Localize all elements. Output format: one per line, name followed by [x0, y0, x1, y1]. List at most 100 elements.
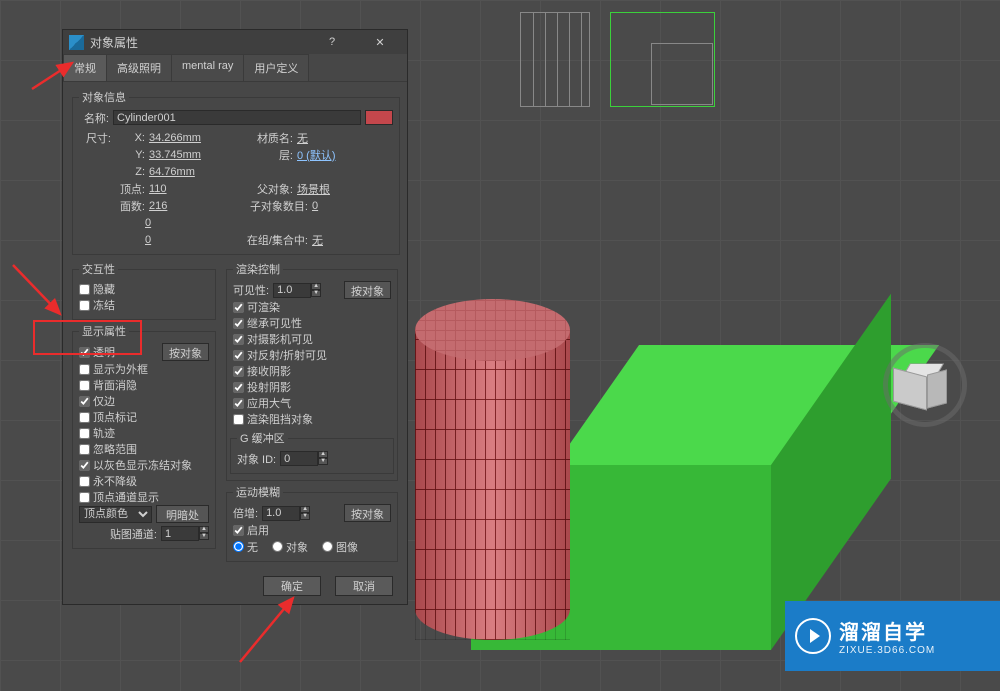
- map-chan-spinner[interactable]: ▲▼: [161, 526, 209, 541]
- close-button[interactable]: ✕: [359, 30, 401, 54]
- parent-value: 场景根: [297, 181, 330, 197]
- chk-gray-frozen[interactable]: 以灰色显示冻结对象: [79, 457, 209, 473]
- dim-z-value: 64.76mm: [149, 166, 195, 178]
- display-by-object-button[interactable]: 按对象: [162, 343, 209, 361]
- x-label: X:: [115, 132, 145, 144]
- y-label: Y:: [115, 149, 145, 161]
- chk-edges-only[interactable]: 仅边: [79, 393, 209, 409]
- faces-value: 216: [149, 200, 167, 212]
- radio-image[interactable]: 图像: [322, 539, 358, 555]
- panel-general: 对象信息 名称: 尺寸: X: 34.266mm Y: 33.745mm Z: …: [63, 82, 407, 569]
- wireframe-outlines: [520, 12, 715, 107]
- object-color-swatch[interactable]: [365, 110, 393, 125]
- render-by-object-button[interactable]: 按对象: [344, 281, 391, 299]
- visibility-spinner[interactable]: ▲▼: [273, 283, 321, 298]
- group-object-info: 对象信息 名称: 尺寸: X: 34.266mm Y: 33.745mm Z: …: [72, 89, 400, 255]
- chk-vis-cam[interactable]: 对摄影机可见: [233, 331, 391, 347]
- viewcube[interactable]: [895, 355, 955, 415]
- radio-object[interactable]: 对象: [272, 539, 308, 555]
- mat-value: 无: [297, 130, 308, 146]
- chk-occlusion[interactable]: 渲染阻挡对象: [233, 411, 391, 427]
- tab-general[interactable]: 常规: [63, 54, 107, 81]
- tab-adv-lighting[interactable]: 高级照明: [106, 54, 172, 81]
- dialog-title: 对象属性: [90, 34, 305, 51]
- dim-y-value: 33.745mm: [149, 149, 201, 161]
- watermark: 溜溜自学 ZIXUE.3D66.COM: [785, 601, 1000, 671]
- legend-interactivity: 交互性: [79, 261, 118, 277]
- group-motion-blur: 运动模糊 倍增: ▲▼ 按对象 启用 无 对象 图像: [226, 484, 398, 562]
- app-icon: [69, 35, 84, 50]
- chk-never-degrade[interactable]: 永不降级: [79, 473, 209, 489]
- help-button[interactable]: ?: [311, 30, 353, 54]
- children-value: 0: [312, 200, 318, 212]
- mult-spinner[interactable]: ▲▼: [262, 506, 310, 521]
- group-gbuffer: G 缓冲区 对象 ID: ▲▼: [230, 430, 394, 474]
- children-label: 子对象数目:: [238, 198, 308, 214]
- motion-by-object-button[interactable]: 按对象: [344, 504, 391, 522]
- verts-value: 110: [149, 183, 167, 195]
- chk-ignore-extents[interactable]: 忽略范围: [79, 441, 209, 457]
- green-box-object[interactable]: [555, 345, 925, 580]
- faces-label: 面数:: [113, 198, 145, 214]
- parent-label: 父对象:: [238, 181, 293, 197]
- z-label: Z:: [115, 166, 145, 178]
- ok-button[interactable]: 确定: [263, 576, 321, 596]
- val-zero2: 0: [145, 234, 151, 246]
- spin-down-icon[interactable]: ▼: [199, 533, 209, 540]
- tab-mental-ray[interactable]: mental ray: [171, 54, 244, 81]
- cancel-button[interactable]: 取消: [335, 576, 393, 596]
- verts-label: 顶点:: [113, 181, 145, 197]
- play-icon: [795, 618, 831, 654]
- objid-spinner[interactable]: ▲▼: [280, 451, 328, 466]
- wire-box-outline: [610, 12, 715, 107]
- chk-backface[interactable]: 背面消隐: [79, 377, 209, 393]
- map-chan-label: 贴图通道:: [110, 526, 157, 542]
- chk-atmos[interactable]: 应用大气: [233, 395, 391, 411]
- layer-label: 层:: [238, 147, 293, 163]
- legend-display: 显示属性: [79, 323, 129, 339]
- radio-none[interactable]: 无: [233, 539, 258, 555]
- tab-user-defined[interactable]: 用户定义: [243, 54, 309, 81]
- tab-bar: 常规 高级照明 mental ray 用户定义: [63, 54, 407, 82]
- objid-label: 对象 ID:: [237, 451, 276, 467]
- object-properties-dialog: 对象属性 ? ✕ 常规 高级照明 mental ray 用户定义 对象信息 名称…: [62, 29, 408, 605]
- vertex-color-select[interactable]: 顶点颜色: [79, 506, 152, 523]
- chk-cast-shadow[interactable]: 投射阴影: [233, 379, 391, 395]
- name-label: 名称:: [79, 110, 109, 126]
- red-cylinder-object[interactable]: [415, 330, 570, 640]
- layer-value[interactable]: 0 (默认): [297, 147, 336, 163]
- dim-x-value: 34.266mm: [149, 132, 201, 144]
- chk-recv-shadow[interactable]: 接收阴影: [233, 363, 391, 379]
- dialog-buttons: 确定 取消: [263, 576, 393, 596]
- watermark-url: ZIXUE.3D66.COM: [839, 645, 935, 656]
- chk-vis-refl[interactable]: 对反射/折射可见: [233, 347, 391, 363]
- val-zero1: 0: [145, 217, 151, 229]
- group-render-control: 渲染控制 可见性: ▲▼ 按对象 可渲染 继承可见性 对摄影机可见 对反射/折射…: [226, 261, 398, 481]
- group-interactivity: 交互性 隐藏 冻结: [72, 261, 216, 320]
- visibility-label: 可见性:: [233, 282, 269, 298]
- chk-vertex-ticks[interactable]: 顶点标记: [79, 409, 209, 425]
- spin-up-icon[interactable]: ▲: [199, 526, 209, 533]
- dim-label: 尺寸:: [79, 130, 111, 146]
- chk-motion-enabled[interactable]: 启用: [233, 522, 391, 538]
- mat-label: 材质名:: [238, 130, 293, 146]
- group-value: 无: [312, 232, 323, 248]
- legend-motion: 运动模糊: [233, 484, 283, 500]
- dialog-titlebar[interactable]: 对象属性 ? ✕: [63, 30, 407, 54]
- legend-object-info: 对象信息: [79, 89, 129, 105]
- chk-hide[interactable]: 隐藏: [79, 281, 209, 297]
- chk-as-box[interactable]: 显示为外框: [79, 361, 209, 377]
- shaded-button[interactable]: 明暗处理: [156, 505, 209, 523]
- group-label: 在组/集合中:: [238, 232, 308, 248]
- chk-see-through[interactable]: 透明: [79, 344, 115, 360]
- mult-label: 倍增:: [233, 505, 258, 521]
- wire-cylinder-outline: [520, 12, 590, 107]
- chk-vert-chan-display[interactable]: 顶点通道显示: [79, 489, 209, 505]
- name-field[interactable]: [113, 110, 361, 125]
- legend-render: 渲染控制: [233, 261, 283, 277]
- chk-renderable[interactable]: 可渲染: [233, 299, 391, 315]
- legend-gbuffer: G 缓冲区: [237, 430, 288, 446]
- chk-trajectory[interactable]: 轨迹: [79, 425, 209, 441]
- chk-inherit-vis[interactable]: 继承可见性: [233, 315, 391, 331]
- chk-freeze[interactable]: 冻结: [79, 297, 209, 313]
